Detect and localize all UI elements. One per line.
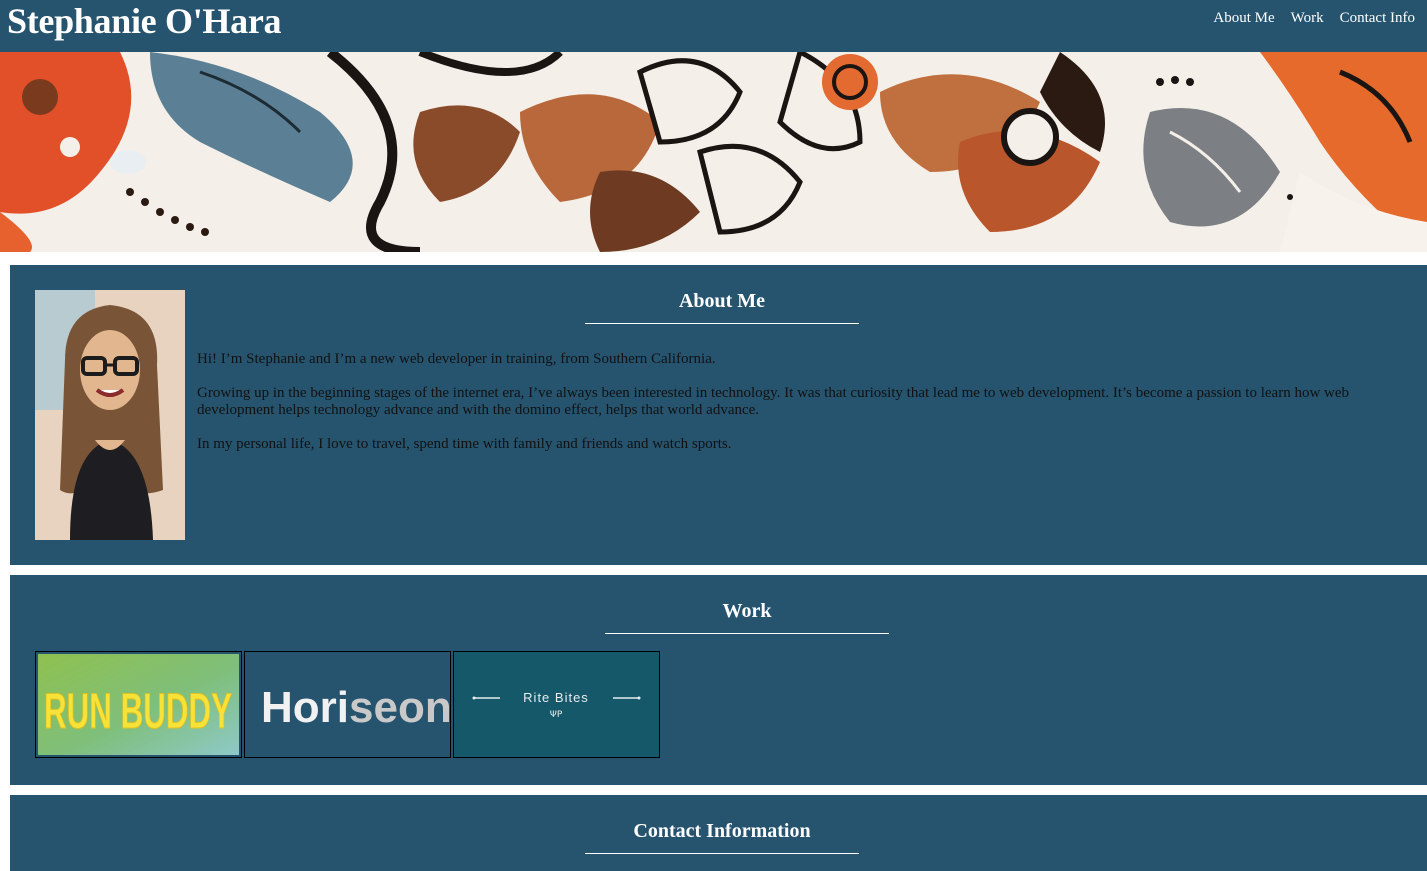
project-gallery: RUN BUDDY Horiseon Rite Bites ΨP xyxy=(35,651,660,758)
project-horiseon[interactable]: Horiseon xyxy=(244,651,451,758)
project-run-buddy-label: RUN BUDDY xyxy=(44,683,232,739)
project-rite-bites[interactable]: Rite Bites ΨP xyxy=(453,651,660,758)
nav-link-about-me[interactable]: About Me xyxy=(1213,9,1274,27)
main-nav: About Me Work Contact Info xyxy=(1213,9,1415,27)
about-paragraph: Growing up in the beginning stages of th… xyxy=(197,385,1350,418)
svg-text:Horiseon: Horiseon xyxy=(261,683,450,732)
nav-link-contact-info[interactable]: Contact Info xyxy=(1340,9,1415,27)
site-title: Stephanie O'Hara xyxy=(7,1,282,41)
contact-heading-underline xyxy=(585,853,859,854)
project-rite-bites-sub: ΨP xyxy=(550,710,563,720)
work-heading-underline xyxy=(605,633,889,634)
nav-link-work[interactable]: Work xyxy=(1291,9,1324,27)
about-paragraph: In my personal life, I love to travel, s… xyxy=(197,436,732,452)
project-horiseon-label-part1: Hori xyxy=(261,683,349,732)
contact-heading: Contact Information xyxy=(633,820,811,842)
project-run-buddy[interactable]: RUN BUDDY xyxy=(35,651,242,758)
profile-photo xyxy=(35,290,185,540)
project-horiseon-label-part2: seon xyxy=(349,683,450,732)
about-heading-underline xyxy=(585,323,859,324)
work-section: Work RUN BUDDY Horiseon Rite Bites ΨP xyxy=(10,575,1427,785)
about-heading: About Me xyxy=(678,290,766,312)
about-section: About Me Hi! I’m Stephanie and I’m a new… xyxy=(10,265,1427,565)
about-text: Hi! I’m Stephanie and I’m a new web deve… xyxy=(197,351,1382,470)
work-heading: Work xyxy=(722,600,772,622)
project-rite-bites-label: Rite Bites xyxy=(523,690,589,705)
hero-banner-image xyxy=(0,52,1427,252)
site-header: Stephanie O'Hara About Me Work Contact I… xyxy=(0,0,1427,52)
contact-section: Contact Information xyxy=(10,795,1427,871)
about-paragraph: Hi! I’m Stephanie and I’m a new web deve… xyxy=(197,351,716,367)
